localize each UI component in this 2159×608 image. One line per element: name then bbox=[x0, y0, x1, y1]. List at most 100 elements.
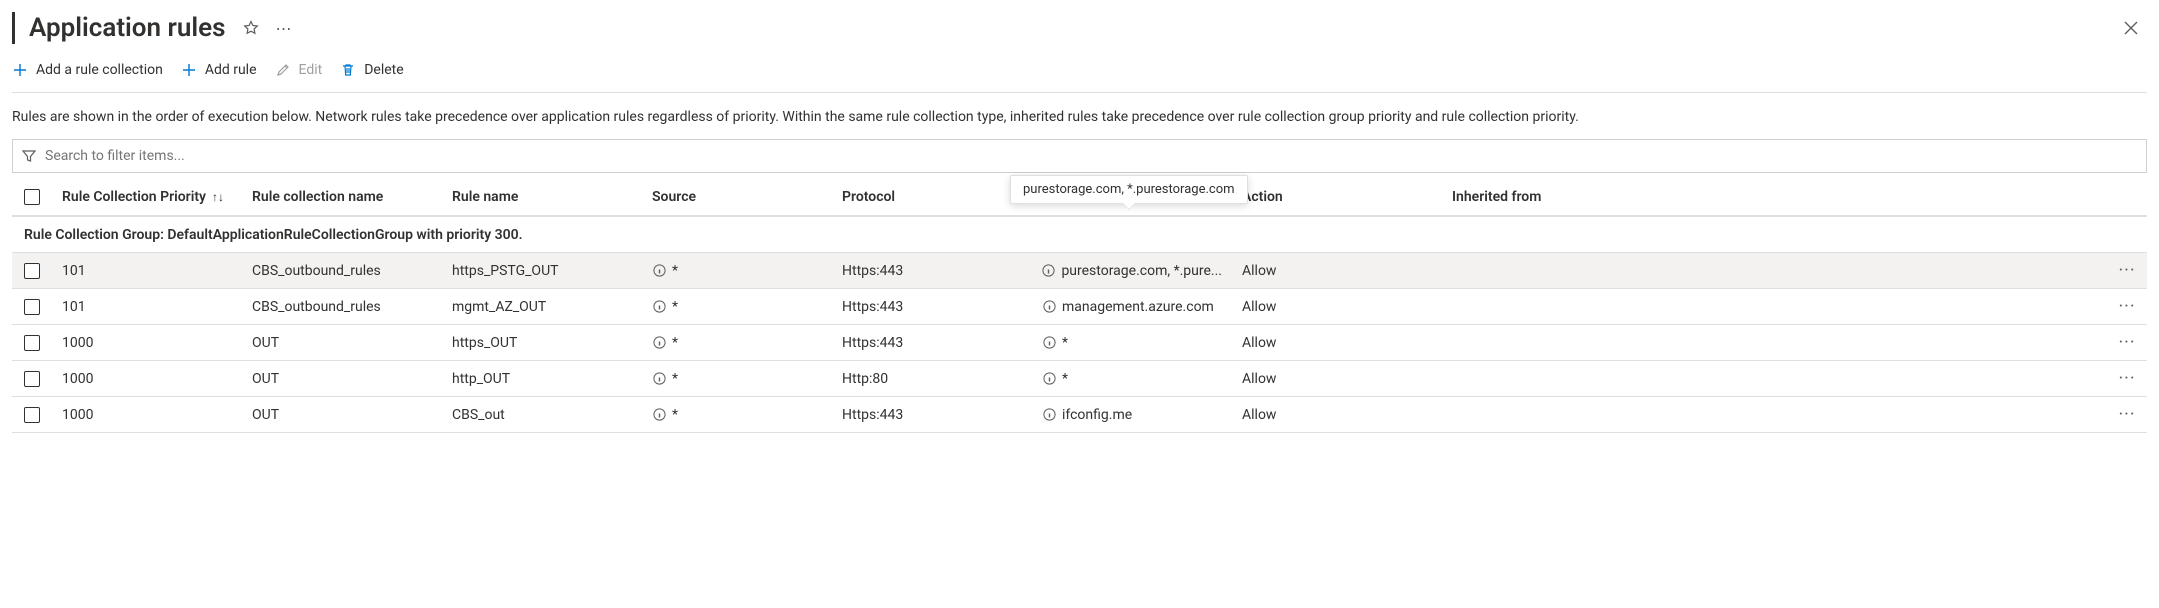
row-priority: 101 bbox=[52, 263, 242, 279]
close-blade-button[interactable] bbox=[2115, 12, 2147, 44]
row-more-button[interactable]: ··· bbox=[2107, 368, 2147, 389]
row-checkbox-cell[interactable] bbox=[12, 407, 52, 423]
command-bar: Add a rule collection Add rule Edit Dele… bbox=[12, 56, 2147, 93]
add-rule-collection-button[interactable]: Add a rule collection bbox=[12, 62, 163, 78]
page-header: Application rules ⋯ bbox=[12, 8, 2147, 56]
delete-label: Delete bbox=[364, 62, 403, 78]
info-icon bbox=[1042, 408, 1056, 422]
row-destination: management.azure.com bbox=[1032, 299, 1232, 315]
row-rule-name: CBS_out bbox=[442, 407, 642, 423]
row-rule-name: http_OUT bbox=[442, 371, 642, 387]
row-source: * bbox=[642, 371, 832, 387]
checkbox-icon bbox=[24, 299, 40, 315]
checkbox-icon bbox=[24, 371, 40, 387]
add-rule-label: Add rule bbox=[205, 62, 257, 78]
group-header-label: Rule Collection Group: DefaultApplicatio… bbox=[12, 227, 533, 243]
row-checkbox-cell[interactable] bbox=[12, 299, 52, 315]
col-header-action[interactable]: Action bbox=[1232, 189, 1442, 205]
col-header-collection[interactable]: Rule collection name bbox=[242, 189, 442, 205]
header-accent-bar bbox=[12, 12, 15, 44]
row-more-button[interactable]: ··· bbox=[2107, 296, 2147, 317]
checkbox-icon bbox=[24, 407, 40, 423]
pencil-icon bbox=[275, 62, 291, 78]
edit-label: Edit bbox=[299, 62, 323, 78]
group-header-row[interactable]: Rule Collection Group: DefaultApplicatio… bbox=[12, 217, 2147, 253]
row-protocol: Http:80 bbox=[832, 371, 1032, 387]
info-icon bbox=[1042, 336, 1056, 350]
row-action: Allow bbox=[1232, 299, 1442, 315]
edit-button[interactable]: Edit bbox=[275, 62, 323, 78]
row-action: Allow bbox=[1232, 407, 1442, 423]
row-checkbox-cell[interactable] bbox=[12, 371, 52, 387]
info-icon bbox=[652, 264, 666, 278]
info-icon bbox=[652, 372, 666, 386]
table-row[interactable]: 101 CBS_outbound_rules mgmt_AZ_OUT * Htt… bbox=[12, 289, 2147, 325]
row-protocol: Https:443 bbox=[832, 335, 1032, 351]
col-header-rule[interactable]: Rule name bbox=[442, 189, 642, 205]
row-action: Allow bbox=[1232, 371, 1442, 387]
checkbox-icon bbox=[24, 263, 40, 279]
table-row[interactable]: 101 CBS_outbound_rules https_PSTG_OUT * … bbox=[12, 253, 2147, 289]
row-priority: 101 bbox=[52, 299, 242, 315]
favorite-star-icon[interactable] bbox=[239, 16, 263, 40]
row-protocol: Https:443 bbox=[832, 263, 1032, 279]
row-action: Allow bbox=[1232, 335, 1442, 351]
row-destination: ifconfig.me bbox=[1032, 407, 1232, 423]
col-header-protocol[interactable]: Protocol bbox=[832, 189, 1032, 205]
rules-info-text: Rules are shown in the order of executio… bbox=[12, 93, 2147, 139]
filter-box[interactable] bbox=[12, 139, 2147, 173]
row-action: Allow bbox=[1232, 263, 1442, 279]
filter-icon bbox=[21, 148, 37, 164]
row-more-button[interactable]: ··· bbox=[2107, 404, 2147, 425]
row-source: * bbox=[642, 407, 832, 423]
info-icon bbox=[652, 300, 666, 314]
more-menu-icon[interactable]: ⋯ bbox=[271, 16, 295, 40]
checkbox-icon bbox=[24, 335, 40, 351]
row-rule-name: mgmt_AZ_OUT bbox=[442, 299, 642, 315]
col-header-priority-label: Rule Collection Priority bbox=[62, 189, 206, 205]
row-source: * bbox=[642, 299, 832, 315]
info-icon bbox=[652, 336, 666, 350]
sort-ascending-icon: ↑↓ bbox=[212, 190, 224, 204]
col-header-source[interactable]: Source bbox=[642, 189, 832, 205]
row-protocol: Https:443 bbox=[832, 407, 1032, 423]
row-protocol: Https:443 bbox=[832, 299, 1032, 315]
row-checkbox-cell[interactable] bbox=[12, 335, 52, 351]
row-more-button[interactable]: ··· bbox=[2107, 332, 2147, 353]
trash-icon bbox=[340, 62, 356, 78]
plus-icon bbox=[12, 62, 28, 78]
info-icon bbox=[1042, 372, 1056, 386]
info-icon bbox=[1042, 264, 1055, 278]
row-collection: CBS_outbound_rules bbox=[242, 299, 442, 315]
select-all-cell[interactable] bbox=[12, 189, 52, 205]
row-collection: CBS_outbound_rules bbox=[242, 263, 442, 279]
info-icon bbox=[1042, 300, 1056, 314]
checkbox-icon bbox=[24, 189, 40, 205]
page-title: Application rules bbox=[29, 13, 225, 43]
row-source: * bbox=[642, 263, 832, 279]
col-header-priority[interactable]: Rule Collection Priority ↑↓ bbox=[52, 189, 242, 205]
table-row[interactable]: 1000 OUT https_OUT * Https:443 * Allow ·… bbox=[12, 325, 2147, 361]
add-rule-collection-label: Add a rule collection bbox=[36, 62, 163, 78]
delete-button[interactable]: Delete bbox=[340, 62, 403, 78]
table-row[interactable]: 1000 OUT CBS_out * Https:443 ifconfig.me… bbox=[12, 397, 2147, 433]
row-checkbox-cell[interactable] bbox=[12, 263, 52, 279]
row-destination: * bbox=[1032, 371, 1232, 387]
destination-tooltip: purestorage.com, *.purestorage.com bbox=[1010, 175, 1248, 204]
row-rule-name: https_OUT bbox=[442, 335, 642, 351]
row-collection: OUT bbox=[242, 371, 442, 387]
filter-input[interactable] bbox=[45, 144, 2138, 168]
row-destination: purestorage.com, *.pure... bbox=[1032, 263, 1232, 279]
row-rule-name: https_PSTG_OUT bbox=[442, 263, 642, 279]
row-destination: * bbox=[1032, 335, 1232, 351]
row-priority: 1000 bbox=[52, 371, 242, 387]
plus-icon bbox=[181, 62, 197, 78]
row-more-button[interactable]: ··· bbox=[2107, 260, 2147, 281]
add-rule-button[interactable]: Add rule bbox=[181, 62, 257, 78]
rules-grid: Rule Collection Priority ↑↓ Rule collect… bbox=[12, 179, 2147, 433]
table-row[interactable]: 1000 OUT http_OUT * Http:80 * Allow ··· bbox=[12, 361, 2147, 397]
info-icon bbox=[652, 408, 666, 422]
row-priority: 1000 bbox=[52, 407, 242, 423]
row-collection: OUT bbox=[242, 407, 442, 423]
col-header-inherited[interactable]: Inherited from bbox=[1442, 189, 2107, 205]
